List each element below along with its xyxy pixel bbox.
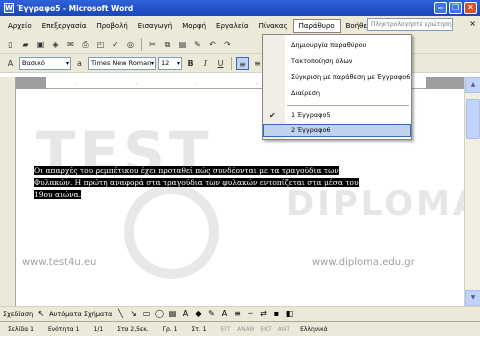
research-icon[interactable]: ◎ bbox=[124, 38, 137, 51]
email-icon[interactable]: ✉ bbox=[64, 38, 77, 51]
undo-icon[interactable]: ↶ bbox=[206, 38, 219, 51]
line-style-icon[interactable]: ≡ bbox=[232, 309, 242, 319]
selected-text-line[interactable]: 19ου αιώνα. bbox=[34, 190, 82, 199]
window-menu-dropdown: Δημιουργία παραθύρου Τακτοποίηση όλων Σύ… bbox=[262, 34, 412, 140]
menu-item-new-window[interactable]: Δημιουργία παραθύρου bbox=[263, 39, 411, 52]
menu-format[interactable]: Μορφή bbox=[177, 20, 211, 32]
copy-icon[interactable]: ⧉ bbox=[161, 38, 174, 51]
watermark-url-left: www.test4u.eu bbox=[22, 257, 97, 268]
print-preview-icon[interactable]: ◰ bbox=[94, 38, 107, 51]
paste-icon[interactable]: ▤ bbox=[176, 38, 189, 51]
help-question-input[interactable]: Πληκτρολογήστε ερώτηση bbox=[367, 18, 453, 31]
draw-menu[interactable]: Σχεδίαση bbox=[3, 310, 33, 318]
ruler-tick: · bbox=[196, 81, 198, 87]
align-left-icon[interactable]: ≡ bbox=[236, 56, 249, 70]
menu-edit[interactable]: Επεξεργασία bbox=[37, 20, 92, 32]
save-icon[interactable]: ▣ bbox=[34, 38, 47, 51]
autoshapes-menu[interactable]: Αυτόματα Σχήματα bbox=[49, 310, 112, 318]
ruler-tick: · bbox=[76, 81, 78, 87]
menu-bar: Αρχείο Επεξεργασία Προβολή Εισαγωγή Μορφ… bbox=[0, 16, 480, 35]
status-bar: Σελίδα 1 Ενότητα 1 1/1 Στα 2,5εκ. Γρ. 1 … bbox=[0, 321, 480, 336]
maximize-button[interactable]: ❐ bbox=[449, 2, 462, 14]
3d-icon[interactable]: ◧ bbox=[284, 309, 294, 319]
status-page-of: 1/1 bbox=[93, 325, 104, 333]
open-icon[interactable]: ▰ bbox=[19, 38, 32, 51]
menu-item-window-1[interactable]: 1 Έγγραφο5 bbox=[263, 109, 411, 122]
selected-paragraph[interactable]: Οι απαρχές του ρεμπέτικου έχει προταθεί … bbox=[34, 165, 374, 201]
scroll-thumb[interactable] bbox=[466, 99, 480, 139]
menu-file[interactable]: Αρχείο bbox=[3, 20, 37, 32]
spelling-icon[interactable]: ✓ bbox=[109, 38, 122, 51]
shadow-icon[interactable]: ▪ bbox=[271, 309, 281, 319]
scroll-up-icon[interactable]: ▲ bbox=[465, 77, 480, 93]
textbox-icon[interactable]: ▤ bbox=[167, 309, 177, 319]
menu-table[interactable]: Πίνακας bbox=[254, 20, 293, 32]
redo-icon[interactable]: ↷ bbox=[221, 38, 234, 51]
arrow-style-icon[interactable]: ⇄ bbox=[258, 309, 268, 319]
rectangle-icon[interactable]: ▭ bbox=[141, 309, 151, 319]
status-mode-ext[interactable]: ΕΚΤ bbox=[260, 326, 271, 333]
menu-tools[interactable]: Εργαλεία bbox=[211, 20, 254, 32]
line-color-icon[interactable]: ✎ bbox=[206, 309, 216, 319]
status-column: Στ. 1 bbox=[191, 325, 207, 333]
dash-style-icon[interactable]: ┄ bbox=[245, 309, 255, 319]
close-button[interactable]: ✕ bbox=[464, 2, 477, 14]
menu-item-arrange-all[interactable]: Τακτοποίηση όλων bbox=[263, 55, 411, 68]
status-page: Σελίδα 1 bbox=[8, 325, 34, 333]
toolbar-separator bbox=[231, 56, 232, 70]
minimize-button[interactable]: ‒ bbox=[434, 2, 447, 14]
underline-icon[interactable]: U bbox=[214, 57, 227, 70]
permission-icon[interactable]: ◈ bbox=[49, 38, 62, 51]
drawing-toolbar: Σχεδίαση ↖ Αυτόματα Σχήματα ╲ ↘ ▭ ◯ ▤ A … bbox=[0, 306, 480, 321]
scroll-down-icon[interactable]: ▼ bbox=[465, 290, 480, 306]
status-mode-ovr[interactable]: ΑΝΤ bbox=[278, 326, 290, 333]
window-title: Έγγραφο5 - Microsoft Word bbox=[17, 3, 134, 13]
vertical-scrollbar[interactable]: ▲ ▼ bbox=[464, 77, 480, 306]
screen-bottom bbox=[0, 336, 480, 360]
status-line: Γρ. 1 bbox=[162, 325, 178, 333]
print-icon[interactable]: ⎙ bbox=[79, 38, 92, 51]
new-document-icon[interactable]: ▯ bbox=[4, 38, 17, 51]
watermark-url-right: www.diploma.edu.gr bbox=[312, 257, 415, 268]
ruler-margin-left bbox=[16, 77, 46, 89]
menu-insert[interactable]: Εισαγωγή bbox=[133, 20, 177, 32]
window-controls: ‒ ❐ ✕ bbox=[434, 2, 477, 14]
close-document-icon[interactable]: × bbox=[469, 19, 476, 28]
menu-window[interactable]: Παράθυρο bbox=[292, 18, 341, 33]
font-color-icon[interactable]: a bbox=[73, 57, 86, 70]
menu-separator bbox=[287, 105, 409, 106]
toolbar-separator bbox=[141, 37, 142, 51]
wordart-icon[interactable]: A bbox=[180, 309, 190, 319]
style-select[interactable]: Βασικό bbox=[19, 56, 71, 70]
ruler-tick: · bbox=[136, 81, 138, 87]
arrow-icon[interactable]: ↘ bbox=[128, 309, 138, 319]
menu-item-split[interactable]: Διαίρεση bbox=[263, 87, 411, 100]
fill-color-icon[interactable]: ◆ bbox=[193, 309, 203, 319]
title-bar: W Έγγραφο5 - Microsoft Word ‒ ❐ ✕ bbox=[0, 0, 480, 16]
status-mode-trk[interactable]: ΑΝΑΘ bbox=[237, 326, 254, 333]
vertical-ruler bbox=[0, 77, 16, 306]
word-app-icon: W bbox=[4, 3, 14, 13]
status-position: Στα 2,5εκ. bbox=[117, 325, 149, 333]
status-section: Ενότητα 1 bbox=[47, 325, 80, 333]
styles-pane-icon[interactable]: A bbox=[4, 57, 17, 70]
selected-text-line[interactable]: Φυλακών. Η πρώτη αναφορά στα τραγούδια τ… bbox=[34, 178, 359, 187]
cut-icon[interactable]: ✂ bbox=[146, 38, 159, 51]
bold-icon[interactable]: B bbox=[184, 57, 197, 70]
line-icon[interactable]: ╲ bbox=[115, 309, 125, 319]
format-painter-icon[interactable]: ✎ bbox=[191, 38, 204, 51]
select-objects-icon[interactable]: ↖ bbox=[36, 309, 46, 319]
font-size-select[interactable]: 12 bbox=[158, 56, 182, 70]
italic-icon[interactable]: I bbox=[199, 57, 212, 70]
status-language: Ελληνικά bbox=[300, 325, 328, 333]
oval-icon[interactable]: ◯ bbox=[154, 309, 164, 319]
menu-item-window-2[interactable]: 2 Έγγραφο6 bbox=[263, 124, 411, 137]
font-color-icon[interactable]: A bbox=[219, 309, 229, 319]
menu-item-compare-side-by-side[interactable]: Σύγκριση με παράθεση με Έγγραφο6 bbox=[263, 71, 411, 84]
font-select[interactable]: Times New Roman bbox=[88, 56, 156, 70]
ruler-tick: · bbox=[256, 81, 258, 87]
selected-text-line[interactable]: Οι απαρχές του ρεμπέτικου έχει προταθεί … bbox=[34, 166, 339, 175]
status-mode-rec[interactable]: ΕΓΓ bbox=[221, 326, 231, 333]
menu-view[interactable]: Προβολή bbox=[91, 20, 132, 32]
